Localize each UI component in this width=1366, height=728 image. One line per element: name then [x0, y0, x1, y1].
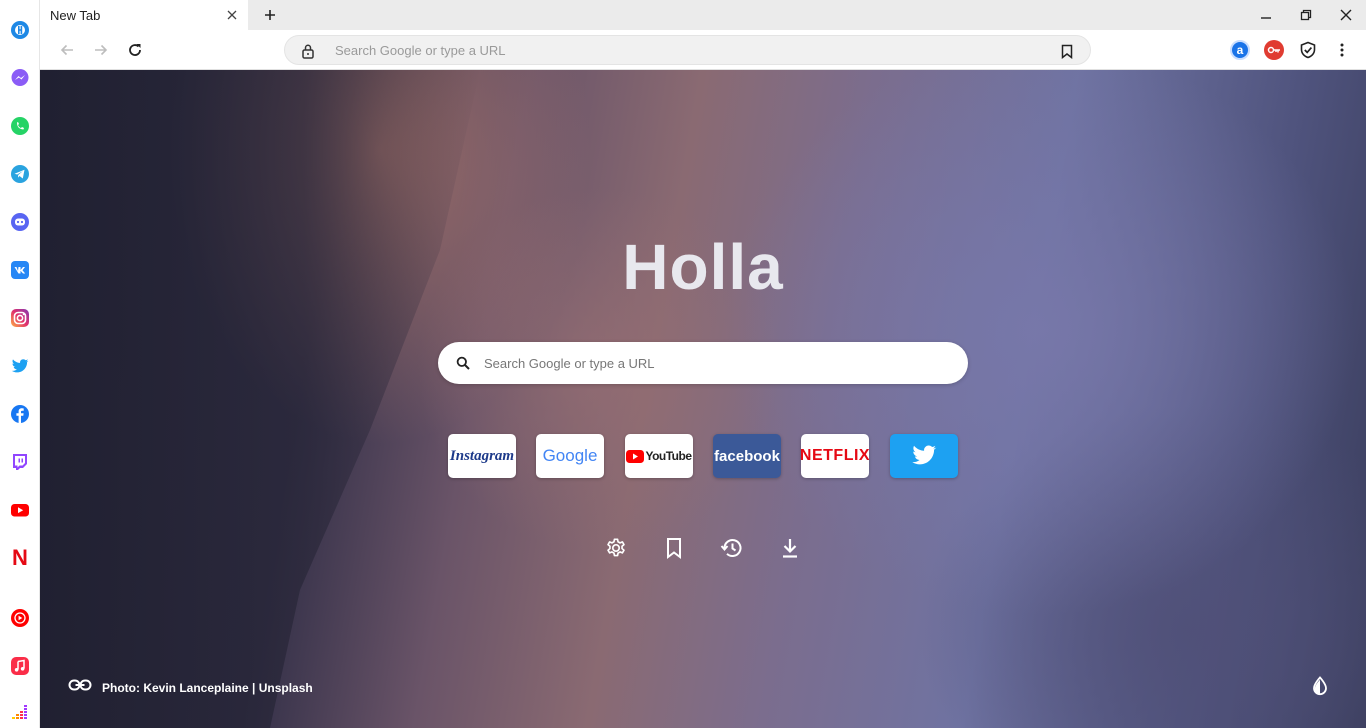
tab-title: New Tab — [50, 7, 101, 23]
background-photo — [40, 70, 480, 728]
shortcut-google[interactable]: Google — [536, 434, 604, 478]
shortcut-label: Instagram — [449, 447, 515, 464]
shortcut-label: facebook — [714, 447, 780, 465]
apple-music-icon[interactable] — [10, 656, 30, 676]
link-icon — [68, 678, 92, 697]
history-icon[interactable] — [720, 536, 744, 560]
discord-icon[interactable] — [10, 212, 30, 232]
telegram-icon[interactable] — [10, 164, 30, 184]
search-box[interactable] — [438, 342, 968, 384]
twitter-icon[interactable] — [10, 356, 30, 376]
youtube-music-icon[interactable] — [10, 608, 30, 628]
theme-toggle-icon[interactable] — [1310, 676, 1330, 696]
netflix-letter: N — [12, 545, 28, 570]
instagram-icon[interactable] — [10, 308, 30, 328]
new-tab-page: Holla Instagram Google YouTube facebook … — [40, 70, 1366, 728]
translate-extension-icon[interactable]: a — [1230, 40, 1250, 60]
restore-button[interactable] — [1296, 5, 1316, 25]
close-window-button[interactable] — [1336, 5, 1356, 25]
twitter-bird-icon — [912, 445, 937, 465]
shortcut-label: Google — [542, 446, 598, 465]
minimize-button[interactable] — [1256, 5, 1276, 25]
shortcut-label: NETFLIX — [801, 447, 869, 464]
search-icon — [454, 354, 472, 372]
photo-credit-text: Photo: Kevin Lanceplaine | Unsplash — [102, 680, 313, 695]
shortcut-netflix[interactable]: NETFLIX — [801, 434, 869, 478]
download-icon[interactable] — [778, 536, 802, 560]
bookmark-icon[interactable] — [662, 536, 686, 560]
page-title: Holla — [622, 231, 784, 303]
shield-extension-icon[interactable] — [1298, 40, 1318, 60]
messenger-icon[interactable] — [10, 68, 30, 88]
netflix-icon[interactable]: N — [10, 545, 30, 570]
sidebar: N — [0, 0, 40, 728]
tab-new-tab[interactable]: New Tab — [40, 0, 248, 30]
facebook-icon[interactable] — [10, 404, 30, 424]
close-icon[interactable] — [222, 5, 242, 25]
settings-icon[interactable] — [604, 536, 628, 560]
deezer-icon[interactable] — [10, 702, 30, 722]
youtube-icon[interactable] — [10, 500, 30, 520]
shortcut-label: YouTube — [645, 449, 692, 463]
shortcut-instagram[interactable]: Instagram — [448, 434, 516, 478]
translate-extension-letter: a — [1236, 43, 1244, 57]
forward-button[interactable] — [91, 40, 111, 60]
vk-icon[interactable] — [10, 260, 30, 280]
reload-button[interactable] — [125, 40, 145, 60]
bookmark-star-icon[interactable] — [1058, 42, 1076, 60]
menu-button[interactable] — [1332, 40, 1352, 60]
search-input[interactable] — [484, 342, 944, 384]
whatsapp-icon[interactable] — [10, 116, 30, 136]
password-extension-icon[interactable] — [1264, 40, 1284, 60]
lock-icon[interactable] — [299, 42, 317, 60]
shortcut-facebook[interactable]: facebook — [713, 434, 781, 478]
new-tab-button[interactable] — [260, 5, 280, 25]
shortcut-twitter[interactable] — [890, 434, 958, 478]
tab-strip: New Tab — [40, 0, 1366, 30]
toolbar: a — [40, 30, 1366, 70]
photo-credit[interactable]: Photo: Kevin Lanceplaine | Unsplash — [68, 678, 313, 697]
holla-icon[interactable] — [10, 20, 30, 40]
back-button[interactable] — [57, 40, 77, 60]
browser-window: N New Tab Search Google or type a URL a … — [0, 0, 1366, 728]
shortcut-youtube[interactable]: YouTube — [625, 434, 693, 478]
address-bar[interactable] — [284, 35, 1091, 65]
twitch-icon[interactable] — [10, 452, 30, 472]
youtube-logo-icon — [626, 449, 645, 463]
address-input[interactable] — [335, 36, 1035, 64]
